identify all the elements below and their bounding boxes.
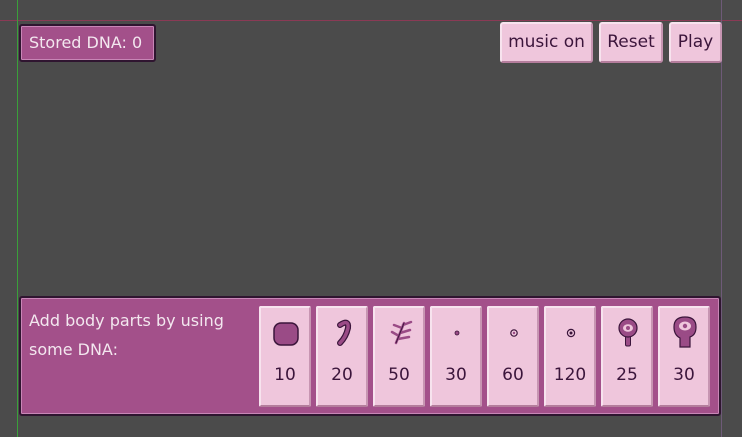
play-button[interactable]: Play (669, 22, 722, 63)
ring-dot-icon (510, 329, 518, 337)
cilia-icon (390, 320, 413, 345)
part-cost: 120 (553, 365, 587, 385)
music-toggle-button[interactable]: music on (500, 22, 593, 63)
tail-icon (337, 319, 352, 346)
body-part-button-eye-dot[interactable]: 120 (544, 306, 596, 407)
part-cost: 50 (388, 365, 410, 385)
blob-icon (273, 322, 299, 346)
guide-line-right (721, 0, 722, 437)
part-cost: 10 (274, 365, 296, 385)
part-cost: 60 (502, 365, 524, 385)
body-part-button-blob[interactable]: 10 (259, 306, 311, 407)
body-parts-instruction: Add body parts by using some DNA: (29, 311, 224, 359)
body-part-button-ring-dot[interactable]: 60 (487, 306, 539, 407)
body-part-button-tail[interactable]: 20 (316, 306, 368, 407)
body-part-button-eye-stalk[interactable]: 25 (601, 306, 653, 407)
part-cost: 30 (673, 365, 695, 385)
part-cost: 20 (331, 365, 353, 385)
part-cost: 25 (616, 365, 638, 385)
stored-dna-counter: Stored DNA: 0 (19, 24, 156, 62)
guide-line-vertical (17, 0, 18, 437)
big-eye-icon (673, 316, 697, 348)
body-part-button-cilia[interactable]: 50 (373, 306, 425, 407)
guide-line-horizontal (0, 20, 742, 21)
reset-button[interactable]: Reset (599, 22, 663, 63)
body-part-button-big-eye[interactable]: 30 (658, 306, 710, 407)
eye-stalk-icon (618, 318, 638, 347)
part-cost: 30 (445, 365, 467, 385)
body-part-button-small-dot[interactable]: 30 (430, 306, 482, 407)
small-dot-icon (454, 330, 460, 336)
eye-dot-icon (566, 328, 576, 338)
